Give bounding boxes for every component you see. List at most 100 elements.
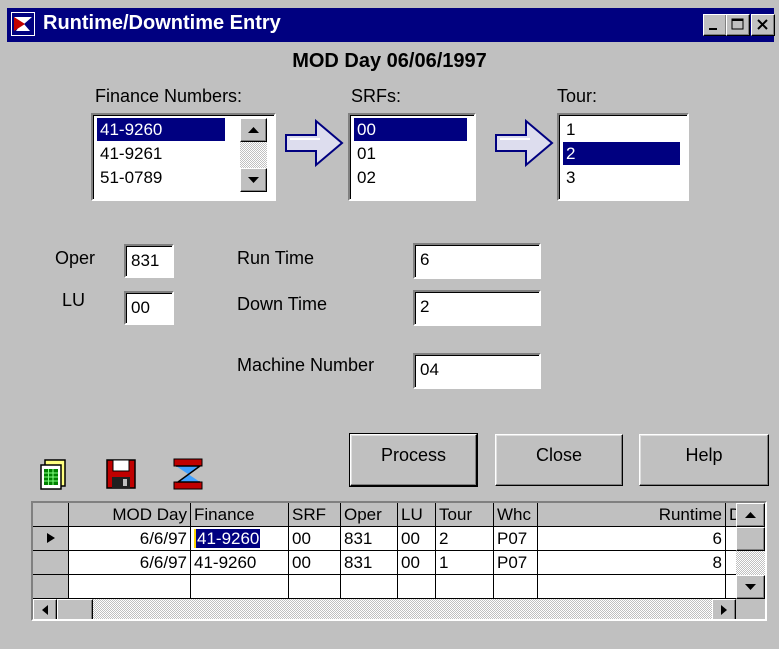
arrow-up-icon <box>248 127 259 133</box>
current-row-pointer-icon <box>47 533 55 543</box>
grid-cell[interactable] <box>289 575 341 599</box>
process-button-label: Process <box>380 445 447 465</box>
grid-cell[interactable]: 831 <box>341 551 398 575</box>
column-header[interactable]: MOD Day <box>69 503 191 527</box>
grid-scroll-corner <box>736 599 765 619</box>
finance-scroll-track[interactable] <box>240 142 267 168</box>
window-title: Runtime/Downtime Entry <box>43 12 281 34</box>
grid-hscroll-track[interactable] <box>93 599 712 619</box>
process-button[interactable]: Process <box>349 433 478 487</box>
runtime-downtime-window: Runtime/Downtime Entry MOD Day 06/06/199… <box>0 0 779 649</box>
grid-cell[interactable]: 41-9260 <box>191 527 289 551</box>
column-header[interactable]: Whc <box>494 503 538 527</box>
grid-cell[interactable]: 8 <box>538 551 726 575</box>
grid-cell[interactable]: P07 <box>494 551 538 575</box>
tour-item[interactable]: 3 <box>563 166 680 189</box>
grid-scroll-left-button[interactable] <box>33 599 57 619</box>
grid-cell[interactable]: 00 <box>398 551 436 575</box>
grid-cell[interactable] <box>398 575 436 599</box>
finance-scroll-down-button[interactable] <box>240 168 267 192</box>
close-button-label: Close <box>535 445 583 465</box>
title-bar[interactable]: Runtime/Downtime Entry <box>7 8 775 42</box>
help-button-label: Help <box>685 445 723 465</box>
grid-scroll-down-button[interactable] <box>736 575 765 599</box>
finance-item[interactable]: 41-9261 <box>97 142 225 165</box>
grid-scroll-track[interactable] <box>736 551 765 575</box>
run-time-field[interactable]: 6 <box>413 243 541 279</box>
grid-cell[interactable]: 00 <box>289 527 341 551</box>
lu-field[interactable]: 00 <box>124 291 174 325</box>
column-header[interactable]: Tour <box>436 503 494 527</box>
right-arrow-icon <box>495 118 554 168</box>
grid-cell[interactable]: 41-9260 <box>191 551 289 575</box>
down-time-label: Down Time <box>237 294 328 314</box>
tour-label: Tour: <box>557 86 598 106</box>
grid-cell[interactable]: 831 <box>341 527 398 551</box>
grid-cell[interactable]: P07 <box>494 527 538 551</box>
grid-cell[interactable]: 1 <box>436 551 494 575</box>
tour-list[interactable]: 1 2 3 <box>557 113 689 201</box>
maximize-icon <box>731 18 744 30</box>
row-selector[interactable] <box>33 527 69 551</box>
grid-cell[interactable]: 00 <box>398 527 436 551</box>
grid-cell[interactable] <box>494 575 538 599</box>
srfs-label: SRFs: <box>351 86 402 106</box>
grid-cell[interactable] <box>436 575 494 599</box>
srf-item[interactable]: 01 <box>354 142 467 165</box>
finance-numbers-list[interactable]: 41-9260 41-9261 51-0789 <box>91 113 276 201</box>
finance-item[interactable]: 41-9260 <box>97 118 225 141</box>
column-header[interactable]: SRF <box>289 503 341 527</box>
spreadsheet-icon[interactable] <box>36 456 72 492</box>
arrow-down-icon <box>745 584 756 590</box>
right-arrow-icon <box>285 118 344 168</box>
grid-cell[interactable]: 6/6/97 <box>69 527 191 551</box>
grid-editing-cell-text: 41-9260 <box>194 529 261 548</box>
help-button[interactable]: Help <box>639 434 769 486</box>
grid-scroll-up-button[interactable] <box>736 503 765 527</box>
lu-label: LU <box>62 290 86 310</box>
column-header[interactable]: Oper <box>341 503 398 527</box>
grid-horizontal-scrollbar[interactable] <box>33 599 736 619</box>
grid-cell[interactable]: 00 <box>289 551 341 575</box>
grid-scroll-right-button[interactable] <box>712 599 736 619</box>
row-selector[interactable] <box>33 551 69 575</box>
entries-grid[interactable]: MOD DayFinanceSRFOperLUTourWhcRuntimeD6/… <box>31 501 767 621</box>
machine-number-field[interactable]: 04 <box>413 353 541 389</box>
tour-item[interactable]: 1 <box>563 118 680 141</box>
finance-item[interactable]: 51-0789 <box>97 166 225 189</box>
grid-hscroll-thumb[interactable] <box>57 599 93 619</box>
grid-cell[interactable] <box>538 575 726 599</box>
close-button[interactable]: Close <box>495 434 623 486</box>
srfs-list[interactable]: 00 01 02 <box>348 113 476 201</box>
minimize-button[interactable] <box>703 14 727 36</box>
tour-item[interactable]: 2 <box>563 142 680 165</box>
grid-vertical-scrollbar[interactable] <box>736 503 765 599</box>
grid-cell[interactable]: 6/6/97 <box>69 551 191 575</box>
grid-cell[interactable] <box>191 575 289 599</box>
grid-cell[interactable] <box>341 575 398 599</box>
down-time-field[interactable]: 2 <box>413 290 541 326</box>
grid-scroll-thumb[interactable] <box>736 527 765 551</box>
clear-icon[interactable] <box>170 456 206 492</box>
row-selector[interactable] <box>33 575 69 599</box>
arrow-left-icon <box>42 605 48 615</box>
arrow-up-icon <box>745 512 756 518</box>
machine-number-label: Machine Number <box>237 355 375 375</box>
oper-label: Oper <box>55 248 96 268</box>
column-header[interactable]: Runtime <box>538 503 726 527</box>
finance-scroll-up-button[interactable] <box>240 118 267 142</box>
oper-field[interactable]: 831 <box>124 244 174 278</box>
save-icon[interactable] <box>103 456 139 492</box>
grid-corner[interactable] <box>33 503 69 527</box>
grid-cell[interactable] <box>69 575 191 599</box>
close-window-button[interactable] <box>751 14 775 36</box>
mod-day-heading: MOD Day 06/06/1997 <box>292 50 487 72</box>
grid-cell[interactable]: 2 <box>436 527 494 551</box>
grid-cell[interactable]: 6 <box>538 527 726 551</box>
maximize-button[interactable] <box>726 14 750 36</box>
column-header[interactable]: LU <box>398 503 436 527</box>
column-header[interactable]: Finance <box>191 503 289 527</box>
srf-item[interactable]: 02 <box>354 166 467 189</box>
app-logo-icon <box>11 12 35 36</box>
srf-item[interactable]: 00 <box>354 118 467 141</box>
